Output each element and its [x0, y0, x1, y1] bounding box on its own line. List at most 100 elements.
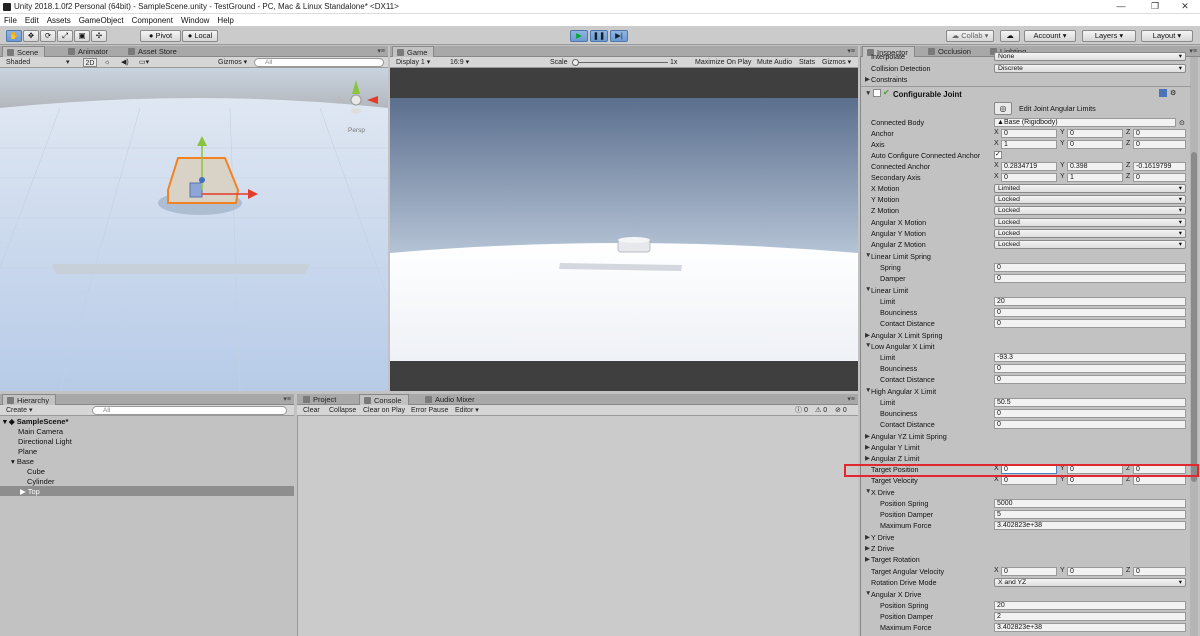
- menu-component[interactable]: Component: [128, 14, 177, 27]
- hierarchy-item[interactable]: Cube: [27, 467, 45, 476]
- connected-anchor-x-field[interactable]: 0.2834719: [1001, 162, 1057, 171]
- pause-button-icon[interactable]: ❚❚: [590, 30, 608, 42]
- hierarchy-item[interactable]: ▾ Base: [11, 457, 34, 466]
- high-angular-x-limit-foldout[interactable]: ▼ High Angular X Limit: [861, 386, 1187, 397]
- panel-menu-icon[interactable]: ▾≡: [377, 47, 385, 55]
- help-icon[interactable]: [1159, 89, 1167, 97]
- close-button[interactable]: ✕: [1170, 0, 1200, 14]
- collapse-toggle[interactable]: Collapse: [329, 406, 356, 415]
- spring-field[interactable]: 0: [994, 263, 1186, 272]
- console-log-area[interactable]: [297, 416, 858, 636]
- transform-tool-icon[interactable]: ✣: [91, 30, 107, 42]
- x-drive-foldout[interactable]: ▼ X Drive: [861, 487, 1187, 498]
- mute-audio-toggle[interactable]: Mute Audio: [757, 58, 792, 67]
- error-pause-toggle[interactable]: Error Pause: [411, 406, 448, 415]
- hierarchy-item[interactable]: Main Camera: [18, 427, 63, 436]
- tab-hierarchy[interactable]: Hierarchy: [2, 394, 57, 405]
- scene-viewport[interactable]: Persp: [0, 68, 388, 391]
- x-drive-maximum-force-field[interactable]: 3.402823e+38: [994, 521, 1186, 530]
- hierarchy-item-selected[interactable]: ▶ Top: [0, 486, 294, 496]
- step-button-icon[interactable]: ▶|: [610, 30, 628, 42]
- play-button-icon[interactable]: ▶: [570, 30, 588, 42]
- target-rotation-foldout[interactable]: ▶ Target Rotation: [861, 554, 1187, 565]
- maximize-button[interactable]: ❐: [1140, 0, 1170, 14]
- effects-dropdown-icon[interactable]: ▭▾: [139, 58, 149, 67]
- maximize-on-play-toggle[interactable]: Maximize On Play: [695, 58, 751, 67]
- tab-project[interactable]: Project: [299, 394, 342, 405]
- axis-z-field[interactable]: 0: [1133, 140, 1186, 149]
- angular-yz-limit-spring-foldout[interactable]: ▶ Angular YZ Limit Spring: [861, 431, 1187, 442]
- target-angular-velocity-z-field[interactable]: 0: [1133, 567, 1186, 576]
- menu-help[interactable]: Help: [213, 14, 237, 27]
- secondary-axis-y-field[interactable]: 1: [1067, 173, 1123, 182]
- angular-z-motion-dropdown[interactable]: Locked: [994, 240, 1186, 249]
- local-toggle[interactable]: ● Local: [182, 30, 218, 42]
- clear-button[interactable]: Clear: [303, 406, 320, 415]
- linear-limit-foldout[interactable]: ▼ Linear Limit: [861, 285, 1187, 296]
- angular-x-drive-position-damper-field[interactable]: 2: [994, 612, 1186, 621]
- cloud-icon[interactable]: ☁: [1000, 30, 1020, 42]
- hierarchy-item[interactable]: Plane: [18, 447, 37, 456]
- collab-button[interactable]: ☁ Collab ▾: [946, 30, 994, 42]
- editor-dropdown[interactable]: Editor ▾: [455, 406, 479, 415]
- tab-animator[interactable]: Animator: [64, 46, 114, 57]
- low-angular-contact-distance-field[interactable]: 0: [994, 375, 1186, 384]
- stats-toggle[interactable]: Stats: [799, 58, 815, 67]
- error-count-toggle[interactable]: ⊘ 0: [835, 406, 847, 415]
- minimize-button[interactable]: —: [1106, 0, 1136, 14]
- create-dropdown[interactable]: Create ▾: [6, 406, 32, 415]
- settings-gear-icon[interactable]: ⚙: [1170, 89, 1176, 97]
- secondary-axis-x-field[interactable]: 0: [1001, 173, 1057, 182]
- account-dropdown[interactable]: Account ▾: [1024, 30, 1076, 42]
- scale-tool-icon[interactable]: ⤢: [57, 30, 73, 42]
- inspector-scroll-thumb[interactable]: [1191, 152, 1197, 482]
- y-drive-foldout[interactable]: ▶ Y Drive: [861, 532, 1187, 543]
- linear-limit-spring-foldout[interactable]: ▼ Linear Limit Spring: [861, 251, 1187, 262]
- console-panel-menu-icon[interactable]: ▾≡: [847, 395, 855, 403]
- secondary-axis-z-field[interactable]: 0: [1133, 173, 1186, 182]
- audio-toggle-icon[interactable]: ◀): [121, 58, 129, 67]
- angular-x-drive-maximum-force-field[interactable]: 3.402823e+38: [994, 623, 1186, 632]
- scale-slider-thumb[interactable]: [572, 59, 579, 66]
- shading-dropdown[interactable]: Shaded: [6, 58, 66, 67]
- hierarchy-panel-menu-icon[interactable]: ▾≡: [283, 395, 291, 403]
- gizmos-dropdown[interactable]: Gizmos ▾: [218, 58, 247, 67]
- constraints-foldout[interactable]: ▶ Constraints: [861, 74, 1187, 85]
- x-drive-position-spring-field[interactable]: 5000: [994, 499, 1186, 508]
- linear-bounciness-field[interactable]: 0: [994, 308, 1186, 317]
- display-dropdown[interactable]: Display 1 ▾: [396, 58, 430, 67]
- inspector-scrollbar[interactable]: [1190, 57, 1198, 636]
- menu-assets[interactable]: Assets: [43, 14, 75, 27]
- connected-anchor-z-field[interactable]: -0.1619799: [1133, 162, 1186, 171]
- warning-count-toggle[interactable]: ⚠ 0: [815, 406, 827, 415]
- tab-game[interactable]: Game: [392, 46, 435, 57]
- rotation-drive-mode-dropdown[interactable]: X and YZ: [994, 578, 1186, 587]
- tab-asset-store[interactable]: Asset Store: [124, 46, 183, 57]
- high-angular-contact-distance-field[interactable]: 0: [994, 420, 1186, 429]
- angular-x-drive-foldout[interactable]: ▼ Angular X Drive: [861, 589, 1187, 600]
- scene-root-item[interactable]: ▾ ◆ SampleScene*: [3, 417, 68, 426]
- x-motion-dropdown[interactable]: Limited: [994, 184, 1186, 193]
- connected-anchor-y-field[interactable]: 0.398: [1067, 162, 1123, 171]
- component-header[interactable]: ▼ ✔ Configurable Joint ⚙: [861, 86, 1191, 99]
- tab-scene[interactable]: Scene: [2, 46, 46, 57]
- scale-slider-track[interactable]: [573, 62, 668, 63]
- inspector-panel-menu-icon[interactable]: ▾≡: [1189, 47, 1197, 55]
- connected-body-field[interactable]: ▲Base (Rigidbody): [994, 118, 1176, 127]
- low-angular-bounciness-field[interactable]: 0: [994, 364, 1186, 373]
- damper-field[interactable]: 0: [994, 274, 1186, 283]
- info-count-toggle[interactable]: ⓘ 0: [795, 406, 808, 415]
- aspect-dropdown[interactable]: 16:9 ▾: [450, 58, 469, 67]
- menu-edit[interactable]: Edit: [21, 14, 43, 27]
- menu-gameobject[interactable]: GameObject: [75, 14, 128, 27]
- linear-limit-field[interactable]: 20: [994, 297, 1186, 306]
- pivot-toggle[interactable]: ● Pivot: [140, 30, 181, 42]
- rotate-tool-icon[interactable]: ⟳: [40, 30, 56, 42]
- angular-z-limit-foldout[interactable]: ▶ Angular Z Limit: [861, 453, 1187, 464]
- layers-dropdown[interactable]: Layers ▾: [1082, 30, 1136, 42]
- tab-console[interactable]: Console: [359, 394, 409, 405]
- edit-limits-button[interactable]: ◎: [994, 102, 1012, 115]
- angular-x-motion-dropdown[interactable]: Locked: [994, 218, 1186, 227]
- lighting-toggle-icon[interactable]: ☼: [104, 58, 110, 67]
- menu-file[interactable]: File: [0, 14, 21, 27]
